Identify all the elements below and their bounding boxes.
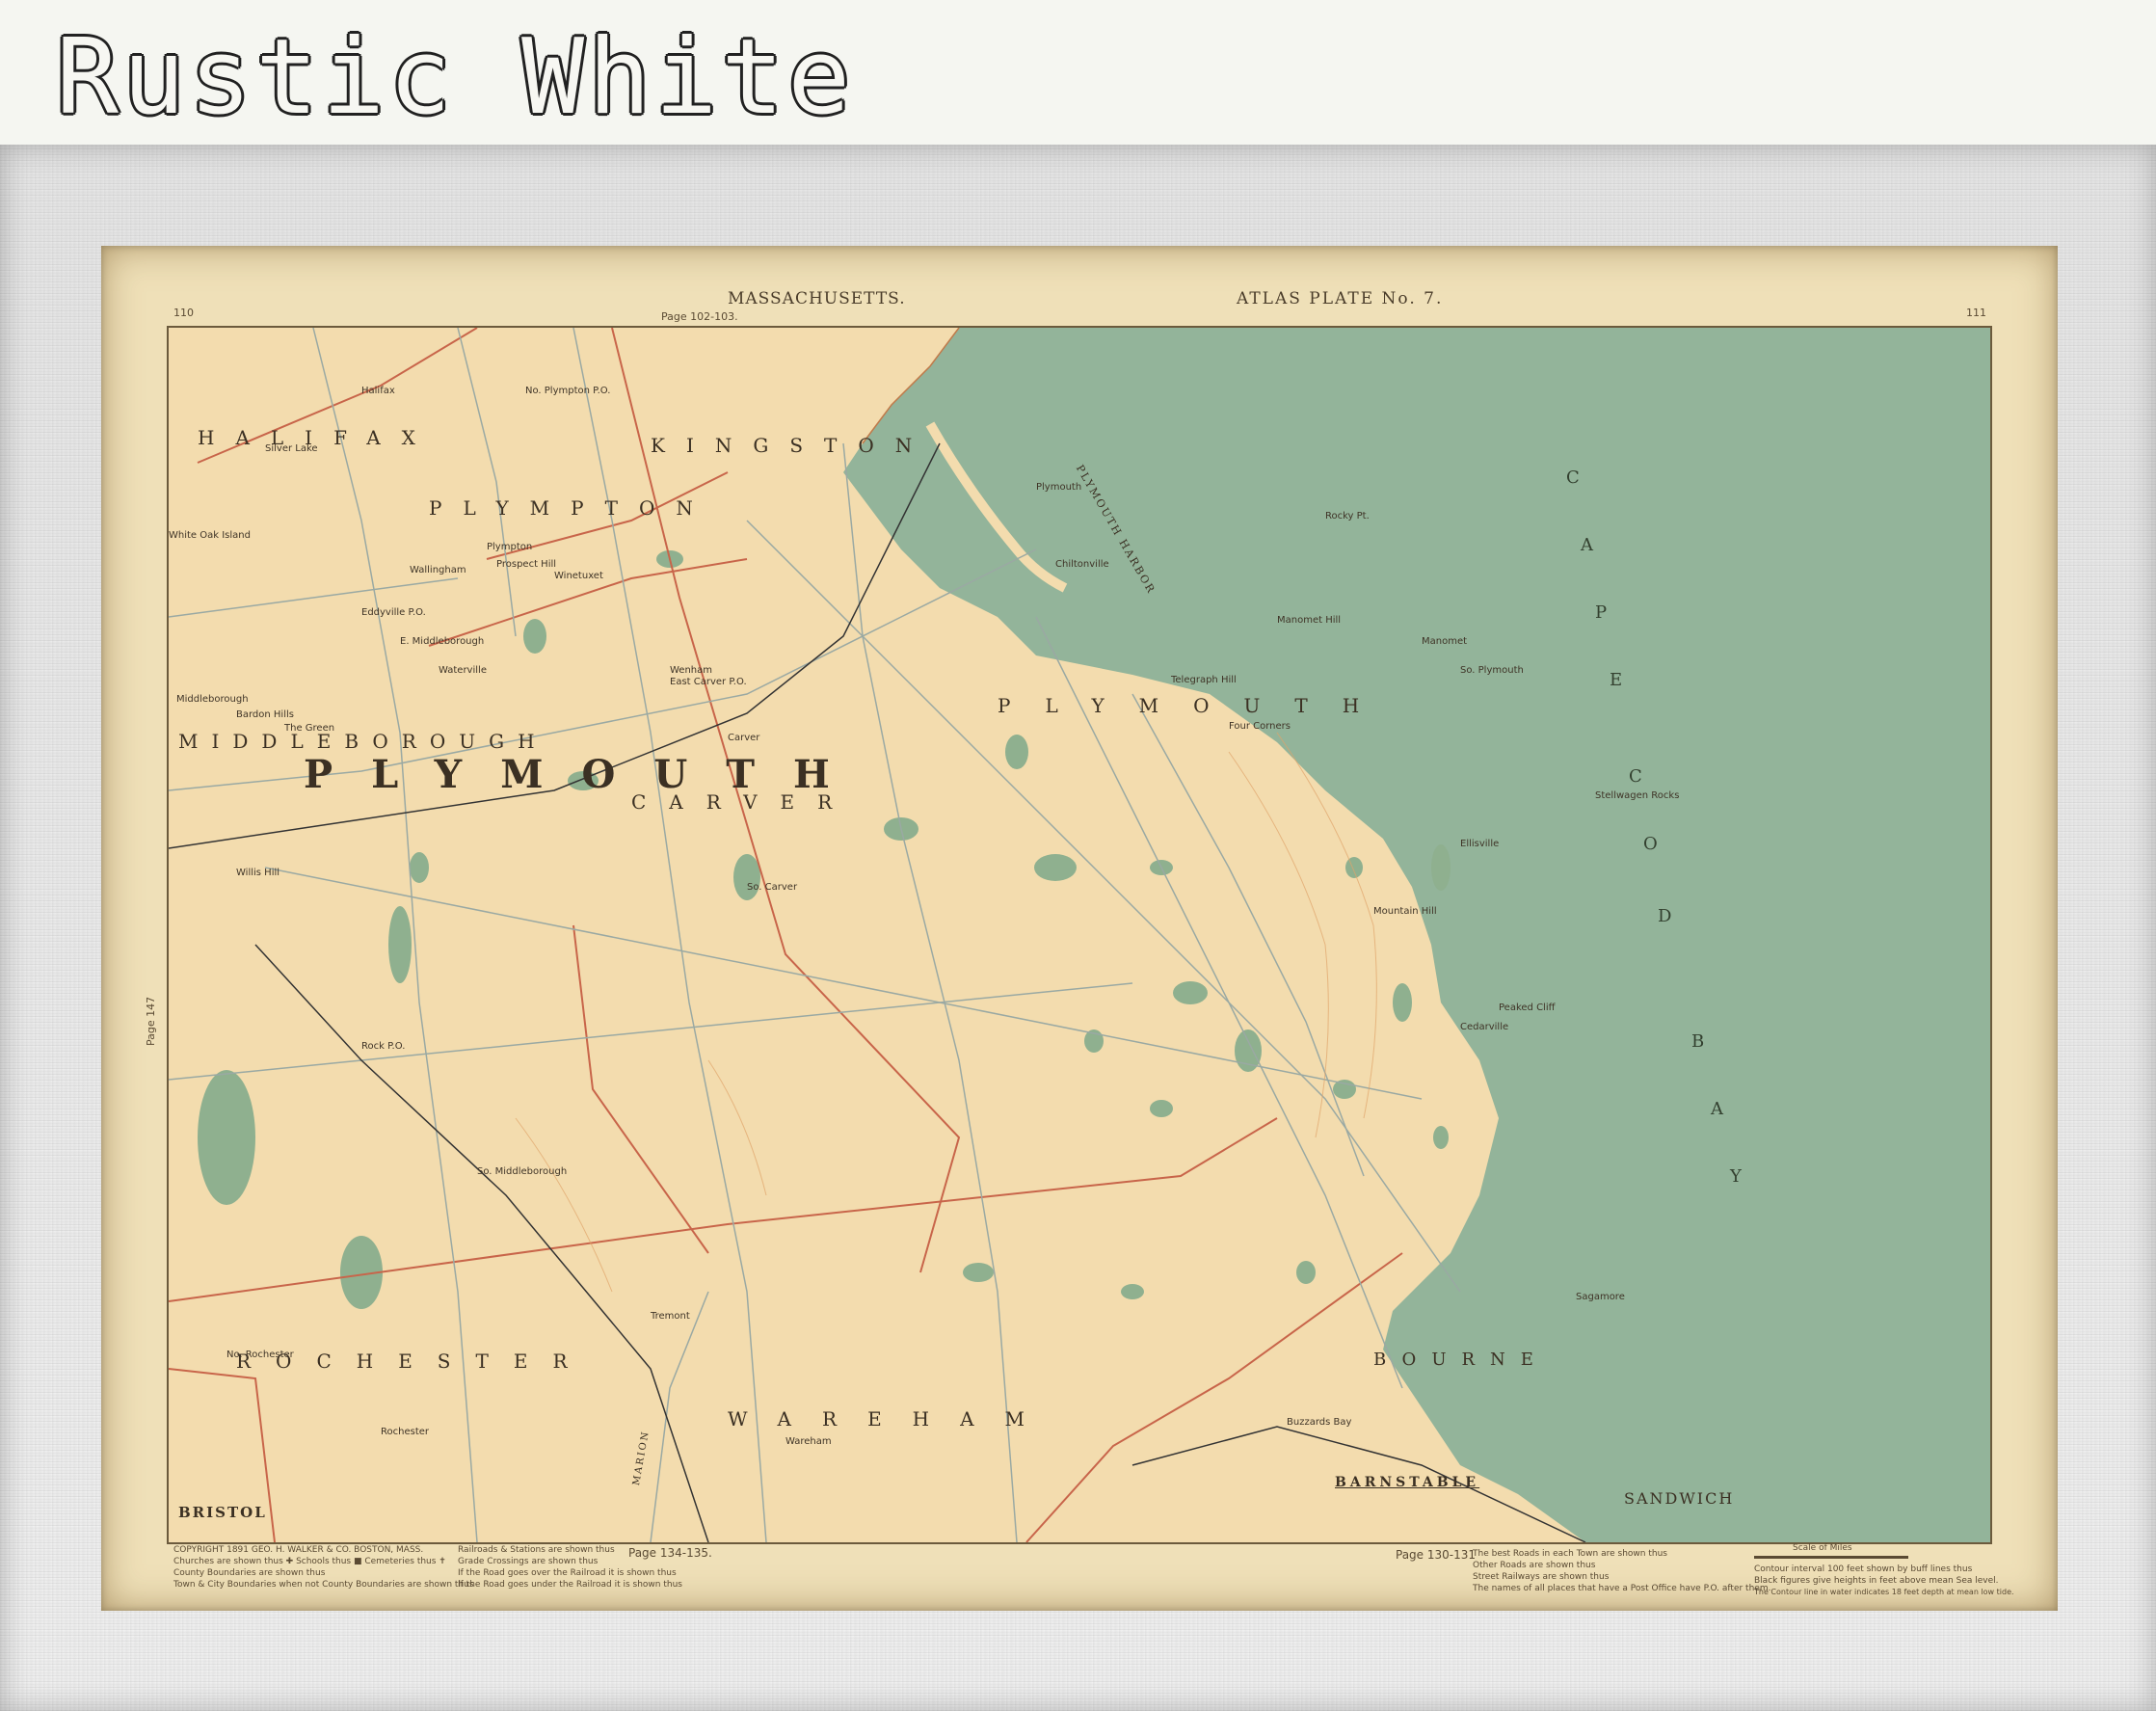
page-number-right: 111 (1966, 307, 1986, 319)
place-label: Halifax (361, 386, 395, 396)
place-label: Wenham (670, 665, 712, 676)
cape-cod-bay-letter: Y (1730, 1166, 1742, 1187)
legend-left-1: Churches are shown thus ✚ Schools thus ■… (173, 1557, 446, 1566)
region-middleborough: MIDDLEBOROUGH (178, 730, 548, 753)
place-label: So. Plymouth (1460, 665, 1524, 676)
banner-title: Rustic White (56, 17, 855, 138)
legend-mid-3: If the Road goes over the Railroad it is… (458, 1568, 677, 1578)
cape-cod-bay-letter: C (1566, 468, 1580, 488)
legend-right-2: Other Roads are shown thus (1473, 1561, 1596, 1570)
legend-far-right-3: The Contour line in water indicates 18 f… (1754, 1588, 2014, 1596)
legend-right-4: The names of all places that have a Post… (1473, 1584, 1771, 1593)
place-label: No. Plympton P.O. (525, 386, 611, 396)
legend-right-1: The best Roads in each Town are shown th… (1473, 1549, 1667, 1559)
place-label: Winetuxet (554, 571, 603, 581)
region-wareham: WAREHAM (728, 1407, 1056, 1430)
cape-cod-bay-letter: O (1643, 834, 1658, 854)
place-label: The Green (284, 723, 335, 734)
scale-label: Scale of Miles (1793, 1543, 1852, 1553)
map-canvas: HALIFAX KINGSTON PLYMPTON MIDDLEBOROUGH … (167, 326, 1992, 1544)
cape-cod-bay-letter: B (1691, 1031, 1705, 1052)
region-plympton: PLYMPTON (429, 496, 714, 520)
place-label: Manomet Hill (1277, 615, 1342, 626)
legend-right-3: Street Railways are shown thus (1473, 1572, 1610, 1582)
cape-cod-bay-letter: P (1595, 602, 1608, 623)
banner: Rustic White (0, 0, 2156, 145)
legend-mid-2: Grade Crossings are shown thus (458, 1557, 599, 1566)
region-bourne: BOURNE (1373, 1350, 1549, 1370)
legend-left-3: Town & City Boundaries when not County B… (173, 1580, 474, 1590)
place-label: Telegraph Hill (1171, 675, 1237, 685)
place-label: Buzzards Bay (1287, 1417, 1352, 1428)
place-label: Tremont (651, 1311, 690, 1322)
legend-far-right-2: Black figures give heights in feet above… (1754, 1576, 1999, 1586)
place-label: Middleborough (176, 694, 249, 705)
region-carver: CARVER (631, 790, 856, 814)
place-label: Four Corners (1229, 721, 1291, 732)
legend-mid-1: Railroads & Stations are shown thus (458, 1545, 615, 1555)
place-label: Chiltonville (1055, 559, 1109, 570)
place-label: Cedarville (1460, 1022, 1509, 1032)
place-label: Mountain Hill (1373, 906, 1437, 917)
region-sandwich: SANDWICH (1624, 1489, 1735, 1508)
region-barnstable: BARNSTABLE (1335, 1475, 1480, 1490)
place-label: Ellisville (1460, 839, 1500, 849)
cape-cod-bay-letter: E (1610, 670, 1623, 690)
place-label: So. Middleborough (477, 1166, 568, 1177)
place-label: Wallingham (410, 565, 466, 575)
header-state: MASSACHUSETTS. (728, 289, 906, 308)
place-label: No. Rochester (226, 1350, 294, 1360)
page-ref-bottom-right: Page 130-131 (1396, 1548, 1477, 1562)
place-label: Plympton (487, 542, 533, 552)
place-label: E. Middleborough (400, 636, 485, 647)
place-label: Stellwagen Rocks (1595, 790, 1680, 801)
place-label: Sagamore (1576, 1292, 1625, 1302)
contours (515, 732, 1377, 1293)
place-label: Rochester (381, 1427, 429, 1437)
place-label: Willis Hill (236, 868, 280, 878)
page-ref-bottom-left: Page 134-135. (628, 1546, 712, 1560)
legend-mid-4: If the Road goes under the Railroad it i… (458, 1580, 682, 1590)
place-label: East Carver P.O. (670, 677, 747, 687)
cape-cod-bay-letter: D (1658, 906, 1672, 926)
cape-cod-bay-letter: C (1629, 766, 1642, 787)
place-label: Wareham (785, 1436, 832, 1447)
place-label: Carver (728, 733, 760, 743)
legend-far-right-1: Contour interval 100 feet shown by buff … (1754, 1564, 1973, 1574)
page-number-left: 110 (173, 307, 194, 319)
footer-copyright: COPYRIGHT 1891 GEO. H. WALKER & CO. BOST… (173, 1545, 424, 1555)
header-plate: ATLAS PLATE No. 7. (1237, 289, 1444, 308)
place-label: Bardon Hills (236, 709, 294, 720)
region-bristol: BRISTOL (178, 1504, 267, 1521)
cape-cod-bay-letter: A (1581, 535, 1593, 555)
place-label: Eddyville P.O. (361, 607, 426, 618)
region-kingston: KINGSTON (651, 434, 934, 457)
place-label: Silver Lake (265, 443, 318, 454)
place-label: Rocky Pt. (1325, 511, 1370, 521)
place-label: Peaked Cliff (1499, 1003, 1556, 1013)
place-label: Prospect Hill (496, 559, 557, 570)
page-ref-top: Page 102-103. (661, 310, 738, 323)
legend-left-2: County Boundaries are shown thus (173, 1568, 326, 1578)
place-label: Manomet (1422, 636, 1468, 647)
place-label: So. Carver (747, 882, 798, 893)
scale-bar (1754, 1556, 1908, 1559)
cape-cod-bay-letter: A (1711, 1099, 1723, 1119)
page-ref-left: Page 147 (145, 996, 157, 1046)
place-label: White Oak Island (169, 530, 251, 541)
region-plymouth-town: PLYMOUTH (998, 694, 1395, 717)
place-label: Rock P.O. (361, 1041, 406, 1052)
place-label: Waterville (439, 665, 487, 676)
place-label: Plymouth (1036, 482, 1082, 493)
